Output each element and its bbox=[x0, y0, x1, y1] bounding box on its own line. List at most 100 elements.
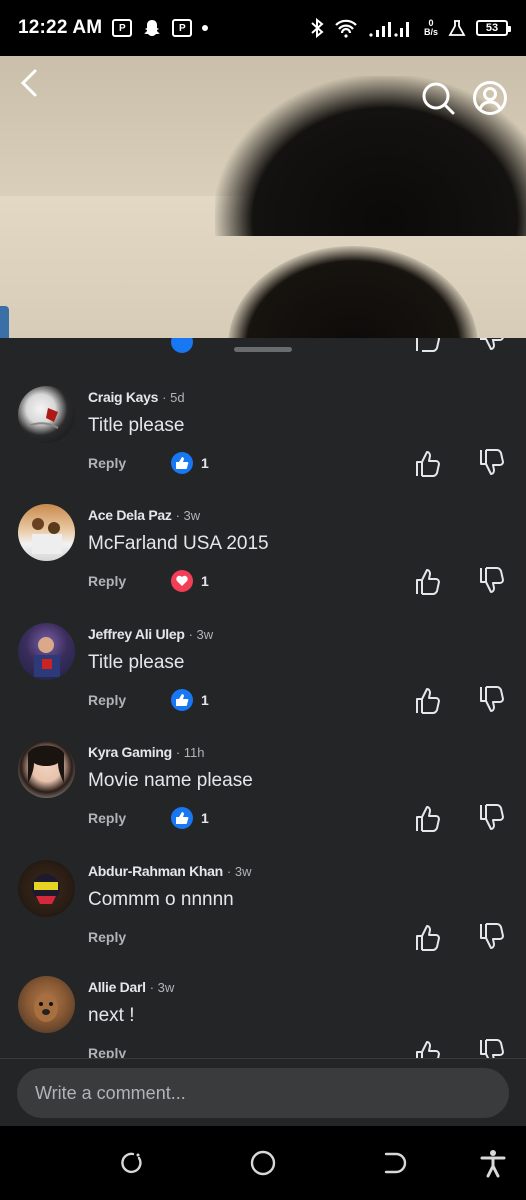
bluetooth-icon bbox=[311, 18, 324, 38]
comment-time: · 3w bbox=[226, 864, 252, 879]
avatar[interactable] bbox=[18, 386, 75, 443]
battery-indicator: 53 bbox=[476, 20, 511, 36]
thumbs-up-icon[interactable] bbox=[413, 923, 441, 951]
comment-item: Kyra Gaming · 11h Movie name please Repl… bbox=[0, 741, 526, 859]
comment-item: Abdur-Rahman Khan · 3w Commm o nnnnn Rep… bbox=[0, 860, 526, 978]
comment-header: Craig Kays · 5d bbox=[88, 389, 185, 405]
network-speed: 0 B/s bbox=[424, 19, 438, 37]
avatar-image bbox=[28, 745, 64, 783]
thumbs-down-icon[interactable] bbox=[477, 686, 505, 714]
avatar[interactable] bbox=[18, 976, 75, 1033]
reaction-summary[interactable]: 1 bbox=[171, 452, 209, 474]
reply-button[interactable]: Reply bbox=[88, 573, 126, 589]
thumbs-up-icon[interactable] bbox=[413, 686, 441, 714]
comment-time: · 3w bbox=[188, 627, 214, 642]
comment-text: Title please bbox=[88, 652, 185, 673]
reaction-count: 1 bbox=[201, 810, 209, 826]
comment-header: Ace Dela Paz · 3w bbox=[88, 507, 200, 523]
comment-input[interactable] bbox=[17, 1068, 509, 1118]
avatar[interactable] bbox=[18, 623, 75, 680]
avatar-image bbox=[32, 874, 60, 904]
status-time: 12:22 AM bbox=[18, 17, 103, 38]
thumbs-down-icon[interactable] bbox=[477, 449, 505, 477]
avatar-image bbox=[34, 994, 58, 1022]
commenter-name[interactable]: Kyra Gaming bbox=[88, 744, 172, 760]
signal-icon bbox=[369, 22, 409, 37]
notification-app-icon: P bbox=[112, 19, 133, 37]
accessibility-icon[interactable] bbox=[478, 1148, 508, 1178]
comment-input-bar bbox=[0, 1058, 526, 1126]
thumbs-down-icon[interactable] bbox=[477, 923, 505, 951]
thumbs-up-icon bbox=[416, 338, 441, 352]
commenter-name[interactable]: Craig Kays bbox=[88, 389, 158, 405]
thumbs-up-icon[interactable] bbox=[413, 567, 441, 595]
comment-time: · 11h bbox=[175, 745, 205, 760]
like-reaction-icon bbox=[171, 807, 193, 829]
thumbs-down-icon[interactable] bbox=[477, 804, 505, 832]
profile-icon[interactable] bbox=[472, 80, 508, 116]
system-nav-bar bbox=[0, 1126, 526, 1200]
thumbs-down-icon[interactable] bbox=[477, 567, 505, 595]
back-nav-icon[interactable] bbox=[380, 1148, 410, 1178]
back-button[interactable] bbox=[14, 66, 44, 100]
reply-button[interactable]: Reply bbox=[88, 929, 126, 945]
comment-header: Kyra Gaming · 11h bbox=[88, 744, 205, 760]
avatar[interactable] bbox=[18, 860, 75, 917]
reply-button[interactable]: Reply bbox=[88, 455, 126, 471]
reaction-summary[interactable]: 1 bbox=[171, 807, 209, 829]
thumbs-up-icon[interactable] bbox=[413, 449, 441, 477]
commenter-name[interactable]: Allie Darl bbox=[88, 979, 146, 995]
love-reaction-icon bbox=[171, 570, 193, 592]
avatar[interactable] bbox=[18, 504, 75, 561]
comment-header: Abdur-Rahman Khan · 3w bbox=[88, 863, 251, 879]
reaction-count: 1 bbox=[201, 573, 209, 589]
comment-text: Title please bbox=[88, 415, 185, 436]
notification-app-icon-2: P bbox=[172, 19, 193, 37]
comment-text: Commm o nnnnn bbox=[88, 889, 234, 910]
snapchat-icon bbox=[144, 20, 161, 36]
video-player[interactable] bbox=[0, 56, 526, 338]
reaction-count: 1 bbox=[201, 455, 209, 471]
recent-apps-icon[interactable] bbox=[117, 1148, 147, 1178]
home-icon[interactable] bbox=[248, 1148, 278, 1178]
reaction-summary[interactable]: 1 bbox=[171, 689, 209, 711]
comment-text: next ! bbox=[88, 1005, 135, 1026]
comment-item: Craig Kays · 5d Title please Reply 1 bbox=[0, 386, 526, 504]
commenter-name[interactable]: Jeffrey Ali Ulep bbox=[88, 626, 185, 642]
comment-time: · 5d bbox=[162, 390, 185, 405]
drag-handle[interactable] bbox=[234, 347, 292, 352]
avatar[interactable] bbox=[18, 741, 75, 798]
avatar-image bbox=[27, 408, 59, 429]
comment-header: Jeffrey Ali Ulep · 3w bbox=[88, 626, 213, 642]
comment-text: McFarland USA 2015 bbox=[88, 533, 269, 554]
comment-header: Allie Darl · 3w bbox=[88, 979, 174, 995]
beta-flask-icon bbox=[448, 20, 466, 36]
reaction-summary[interactable]: 1 bbox=[171, 570, 209, 592]
thumbs-up-icon[interactable] bbox=[413, 804, 441, 832]
status-bar: 12:22 AM P P 0 B/s 53 bbox=[0, 0, 526, 56]
avatar-image bbox=[32, 518, 62, 554]
reply-button[interactable]: Reply bbox=[88, 692, 126, 708]
like-reaction-icon bbox=[171, 338, 193, 353]
like-reaction-icon bbox=[171, 689, 193, 711]
avatar-image bbox=[34, 637, 60, 677]
reply-button[interactable]: Reply bbox=[88, 810, 126, 826]
commenter-name[interactable]: Abdur-Rahman Khan bbox=[88, 863, 223, 879]
chevron-left-icon bbox=[20, 69, 37, 97]
status-right: 0 B/s 53 bbox=[310, 18, 511, 38]
comment-item: Ace Dela Paz · 3w McFarland USA 2015 Rep… bbox=[0, 504, 526, 622]
wifi-icon bbox=[335, 19, 357, 38]
search-icon[interactable] bbox=[420, 80, 456, 116]
comment-time: · 3w bbox=[149, 980, 175, 995]
status-left: 12:22 AM P P bbox=[18, 17, 209, 39]
comment-text: Movie name please bbox=[88, 770, 253, 791]
like-reaction-icon bbox=[171, 452, 193, 474]
reaction-count: 1 bbox=[201, 692, 209, 708]
comments-panel[interactable]: Craig Kays · 5d Title please Reply 1 Ace… bbox=[0, 338, 526, 1126]
thumbs-down-icon bbox=[480, 338, 504, 351]
commenter-name[interactable]: Ace Dela Paz bbox=[88, 507, 172, 523]
comment-time: · 3w bbox=[175, 508, 201, 523]
network-speed-unit: B/s bbox=[423, 27, 438, 37]
comment-item: Jeffrey Ali Ulep · 3w Title please Reply… bbox=[0, 623, 526, 741]
more-notifications-dot bbox=[202, 25, 209, 31]
